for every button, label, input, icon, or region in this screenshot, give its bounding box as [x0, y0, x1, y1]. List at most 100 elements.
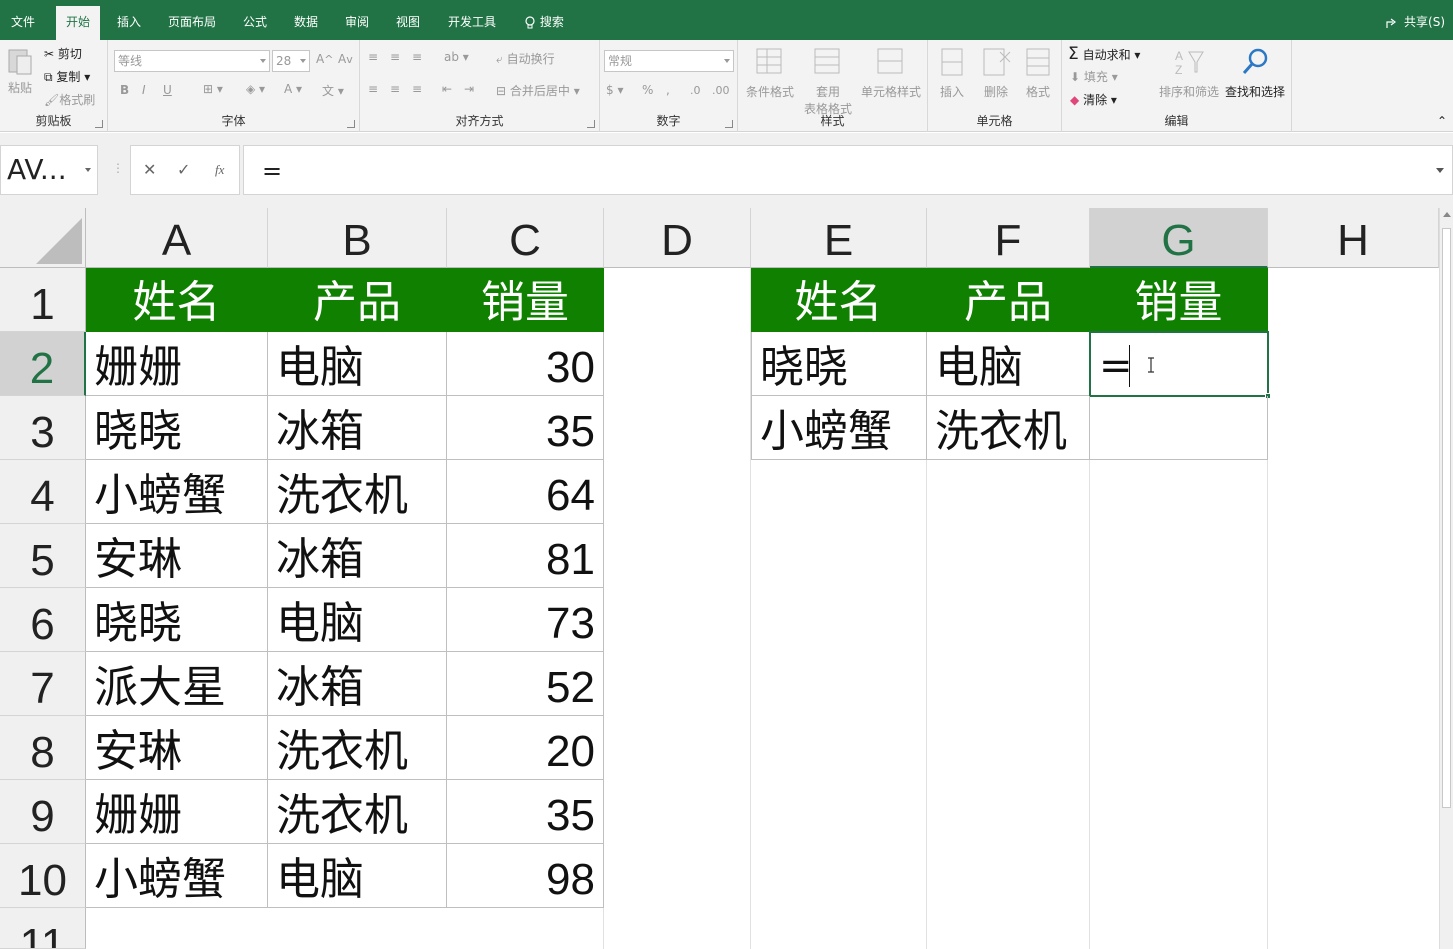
table1-cell[interactable]: 洗衣机: [268, 460, 447, 524]
row-header-1[interactable]: 1: [0, 268, 86, 332]
shrink-font-button[interactable]: Av: [338, 52, 353, 66]
insert-cells-button[interactable]: 插入: [930, 44, 974, 116]
delete-cells-button[interactable]: 删除: [974, 44, 1018, 116]
font-launcher[interactable]: [347, 120, 355, 128]
column-header-f[interactable]: F: [927, 208, 1090, 268]
table1-cell[interactable]: 姗姗: [86, 780, 268, 844]
align-center-icon[interactable]: ≡: [390, 82, 400, 96]
table1-cell[interactable]: 安琳: [86, 524, 268, 588]
table1-header-product[interactable]: 产品: [268, 268, 447, 332]
table1-cell[interactable]: 小螃蟹: [86, 844, 268, 908]
table1-cell[interactable]: 35: [447, 780, 604, 844]
number-format-combo[interactable]: 常规: [604, 50, 734, 72]
column-header-d[interactable]: D: [604, 208, 751, 268]
border-button[interactable]: ⊞ ▾: [203, 82, 223, 96]
table1-cell[interactable]: 64: [447, 460, 604, 524]
merge-center-button[interactable]: ⊟ 合并后居中 ▾: [496, 82, 580, 99]
format-cells-button[interactable]: 格式: [1016, 44, 1060, 116]
table2-cell[interactable]: 晓晓: [751, 332, 927, 396]
column-header-g[interactable]: G: [1090, 208, 1268, 268]
column-header-c[interactable]: C: [447, 208, 604, 268]
active-cell-g2[interactable]: =: [1089, 331, 1271, 399]
table1-cell[interactable]: 洗衣机: [268, 716, 447, 780]
align-left-icon[interactable]: ≡: [368, 82, 378, 96]
align-right-icon[interactable]: ≡: [412, 82, 422, 96]
format-as-table-button[interactable]: 套用 表格格式: [800, 44, 856, 116]
table2-cell[interactable]: 小螃蟹: [751, 396, 927, 460]
conditional-format-button[interactable]: 条件格式: [742, 44, 798, 116]
currency-icon[interactable]: $ ▾: [606, 83, 623, 97]
row-header-8[interactable]: 8: [0, 716, 86, 780]
paste-button[interactable]: 粘贴: [6, 46, 34, 96]
table1-cell[interactable]: 73: [447, 588, 604, 652]
insert-function-button[interactable]: fx: [215, 162, 224, 178]
alignment-launcher[interactable]: [587, 120, 595, 128]
table1-cell[interactable]: 电脑: [268, 332, 447, 396]
table2-cell[interactable]: 洗衣机: [927, 396, 1090, 460]
tab-view[interactable]: 视图: [387, 0, 429, 40]
table1-header-sales[interactable]: 销量: [447, 268, 604, 332]
share-button[interactable]: 共享(S): [1386, 0, 1445, 40]
row-header-3[interactable]: 3: [0, 396, 86, 460]
tab-file[interactable]: 文件: [0, 0, 46, 40]
row-header-6[interactable]: 6: [0, 588, 86, 652]
font-color-button[interactable]: A ▾: [284, 82, 302, 96]
table1-cell[interactable]: 派大星: [86, 652, 268, 716]
find-select-button[interactable]: 查找和选择: [1220, 44, 1290, 116]
decrease-indent-icon[interactable]: ⇤: [442, 82, 452, 96]
tab-data[interactable]: 数据: [285, 0, 327, 40]
bottom-align-icon[interactable]: ≡: [412, 50, 422, 64]
table1-cell[interactable]: 98: [447, 844, 604, 908]
underline-button[interactable]: U: [163, 83, 172, 97]
table1-cell[interactable]: 安琳: [86, 716, 268, 780]
tab-review[interactable]: 审阅: [336, 0, 378, 40]
row-header-2[interactable]: 2: [0, 332, 86, 396]
table1-cell[interactable]: 冰箱: [268, 396, 447, 460]
tab-search[interactable]: 搜索: [518, 0, 570, 40]
format-painter-button[interactable]: 🖌格式刷: [44, 91, 95, 108]
column-header-h[interactable]: H: [1268, 208, 1439, 268]
table2-header-name[interactable]: 姓名: [751, 268, 927, 332]
tab-page-layout[interactable]: 页面布局: [160, 0, 224, 40]
clear-button[interactable]: ◆ 清除 ▾: [1070, 91, 1117, 108]
middle-align-icon[interactable]: ≡: [390, 50, 400, 64]
increase-indent-icon[interactable]: ⇥: [464, 82, 474, 96]
italic-button[interactable]: I: [142, 83, 146, 97]
scrollbar-thumb[interactable]: [1442, 228, 1451, 808]
tab-developer[interactable]: 开发工具: [440, 0, 504, 40]
tab-home[interactable]: 开始: [56, 6, 100, 40]
select-all-button[interactable]: [0, 208, 86, 268]
table1-cell[interactable]: 81: [447, 524, 604, 588]
table1-cell[interactable]: 晓晓: [86, 396, 268, 460]
row-header-10[interactable]: 10: [0, 844, 86, 908]
table1-cell[interactable]: 电脑: [268, 844, 447, 908]
font-size-combo[interactable]: 28: [272, 50, 310, 72]
copy-button[interactable]: ⧉ 复制 ▾: [44, 68, 90, 85]
fill-color-button[interactable]: ◈ ▾: [246, 82, 265, 96]
clipboard-launcher[interactable]: [95, 120, 103, 128]
table2-cell[interactable]: 电脑: [927, 332, 1090, 396]
sort-filter-button[interactable]: AZ 排序和筛选: [1158, 44, 1220, 116]
formula-input[interactable]: =: [243, 145, 1453, 195]
expand-formula-icon[interactable]: [1436, 168, 1444, 173]
cancel-formula-button[interactable]: ✕: [143, 160, 156, 179]
column-header-e[interactable]: E: [751, 208, 927, 268]
cell-styles-button[interactable]: 单元格样式: [860, 44, 922, 116]
tab-insert[interactable]: 插入: [108, 0, 150, 40]
collapse-ribbon-icon[interactable]: ⌃: [1437, 114, 1447, 128]
top-align-icon[interactable]: ≡: [368, 50, 378, 64]
table1-cell[interactable]: 电脑: [268, 588, 447, 652]
table1-header-name[interactable]: 姓名: [86, 268, 268, 332]
tab-formulas[interactable]: 公式: [234, 0, 276, 40]
column-header-a[interactable]: A: [86, 208, 268, 268]
table1-cell[interactable]: 52: [447, 652, 604, 716]
name-box[interactable]: AV...: [0, 145, 98, 195]
table1-cell[interactable]: 冰箱: [268, 652, 447, 716]
font-name-combo[interactable]: 等线: [114, 50, 270, 72]
vertical-scrollbar[interactable]: [1439, 208, 1453, 949]
number-launcher[interactable]: [725, 120, 733, 128]
percent-button[interactable]: %: [642, 83, 653, 97]
table1-cell[interactable]: 晓晓: [86, 588, 268, 652]
table2-header-sales[interactable]: 销量: [1090, 268, 1268, 332]
grow-font-button[interactable]: A^: [316, 52, 333, 66]
